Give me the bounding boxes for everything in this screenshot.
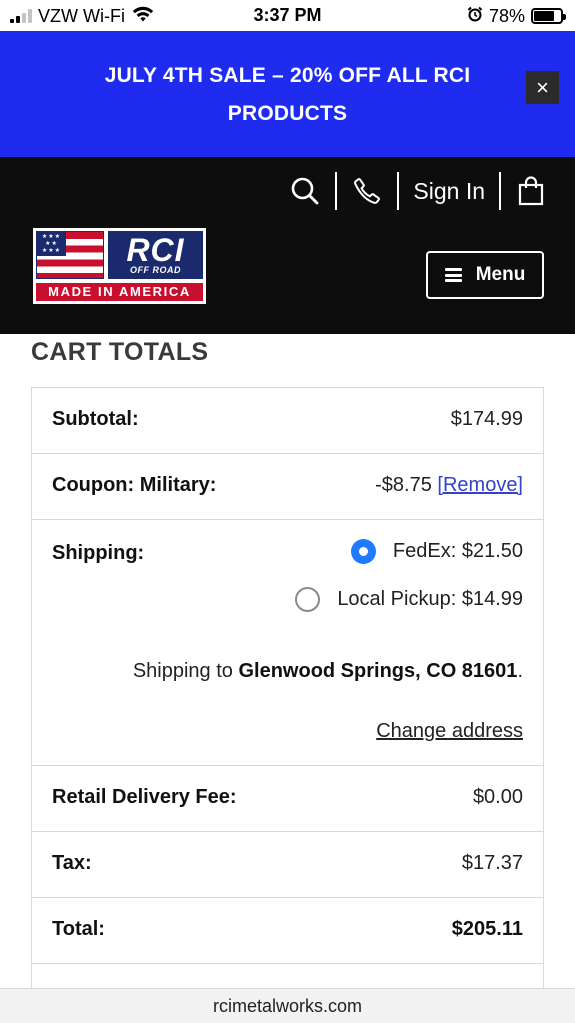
url-text: rcimetalworks.com (212, 996, 363, 1016)
rci-logo[interactable]: ★★★ ★★ ★★★ RCI OFF ROAD MADE IN AMERICA (33, 228, 206, 304)
logo-tagline: MADE IN AMERICA (36, 283, 203, 301)
delivery-fee-label: Retail Delivery Fee: (52, 786, 237, 808)
subtotal-label: Subtotal: (52, 408, 139, 430)
utility-nav: Sign In (285, 171, 551, 211)
promo-banner: JULY 4TH SALE – 20% OFF ALL RCI PRODUCTS… (0, 31, 575, 157)
radio-unselected-icon[interactable] (295, 587, 321, 612)
status-bar: VZW Wi-Fi 3:37 PM 78% (0, 0, 575, 32)
shipping-option-label: Local Pickup: $14.99 (337, 588, 523, 610)
battery-level (534, 11, 555, 21)
delivery-fee-row: Retail Delivery Fee: $0.00 (32, 766, 543, 832)
tax-row: Tax: $17.37 (32, 832, 543, 898)
shipping-location: Glenwood Springs, CO 81601 (238, 660, 518, 682)
status-right: 78% (467, 5, 566, 27)
menu-label: Menu (475, 264, 526, 285)
delivery-fee-value: $0.00 (472, 786, 523, 808)
shipping-row: Shipping: FedEx: $21.50 Local Pickup: $1… (32, 520, 543, 766)
total-label: Total: (52, 918, 105, 940)
remove-coupon-link[interactable]: [Remove] (437, 474, 523, 496)
coupon-row: Coupon: Military: -$8.75 [Remove] (32, 454, 543, 520)
browser-url-bar[interactable]: rcimetalworks.com (0, 988, 575, 1023)
menu-button[interactable]: Menu (426, 251, 544, 299)
flag-icon: ★★★ ★★ ★★★ (36, 231, 104, 279)
hamburger-icon (444, 268, 462, 282)
radio-selected-icon[interactable] (350, 539, 376, 564)
cart-bag-icon[interactable] (511, 171, 551, 211)
divider (499, 172, 501, 210)
shipping-option-fedex[interactable]: FedEx: $21.50 (350, 539, 523, 564)
coupon-label: Coupon: Military: (52, 474, 217, 496)
coupon-value: -$8.75 (375, 474, 432, 496)
coupon-value-group: -$8.75 [Remove] (375, 474, 523, 497)
total-value: $205.11 (451, 918, 523, 940)
subtotal-row: Subtotal: $174.99 (32, 388, 543, 454)
divider (335, 172, 338, 210)
shipping-to-suffix: . (517, 660, 523, 682)
promo-text: JULY 4TH SALE – 20% OFF ALL RCI PRODUCTS (104, 64, 471, 125)
total-row: Total: $205.11 (32, 898, 543, 964)
tax-value: $17.37 (461, 852, 523, 874)
battery-icon (531, 8, 566, 24)
shipping-option-label: FedEx: $21.50 (392, 540, 523, 562)
cart-totals-table: Subtotal: $174.99 Coupon: Military: -$8.… (31, 387, 544, 1005)
shipping-to-text: Shipping to Glenwood Springs, CO 81601. (133, 660, 523, 683)
tax-label: Tax: (52, 852, 92, 874)
sign-in-link[interactable]: Sign In (409, 178, 489, 205)
logo-wordmark: RCI OFF ROAD (108, 231, 203, 279)
cart-totals-heading: CART TOTALS (31, 338, 209, 366)
shipping-to-prefix: Shipping to (132, 660, 239, 682)
shipping-option-local-pickup[interactable]: Local Pickup: $14.99 (295, 587, 523, 612)
alarm-icon (467, 6, 483, 27)
divider (397, 172, 400, 210)
change-address-link[interactable]: Change address (376, 720, 523, 743)
site-header: Sign In ★★★ ★★ ★★★ RCI OFF ROAD MADE IN AM… (0, 157, 575, 334)
search-icon[interactable] (285, 171, 325, 211)
phone-icon[interactable] (347, 171, 387, 211)
battery-percent: 78% (488, 5, 525, 26)
shipping-label: Shipping: (52, 542, 145, 564)
close-icon[interactable]: × (526, 71, 559, 104)
subtotal-value: $174.99 (450, 408, 523, 430)
